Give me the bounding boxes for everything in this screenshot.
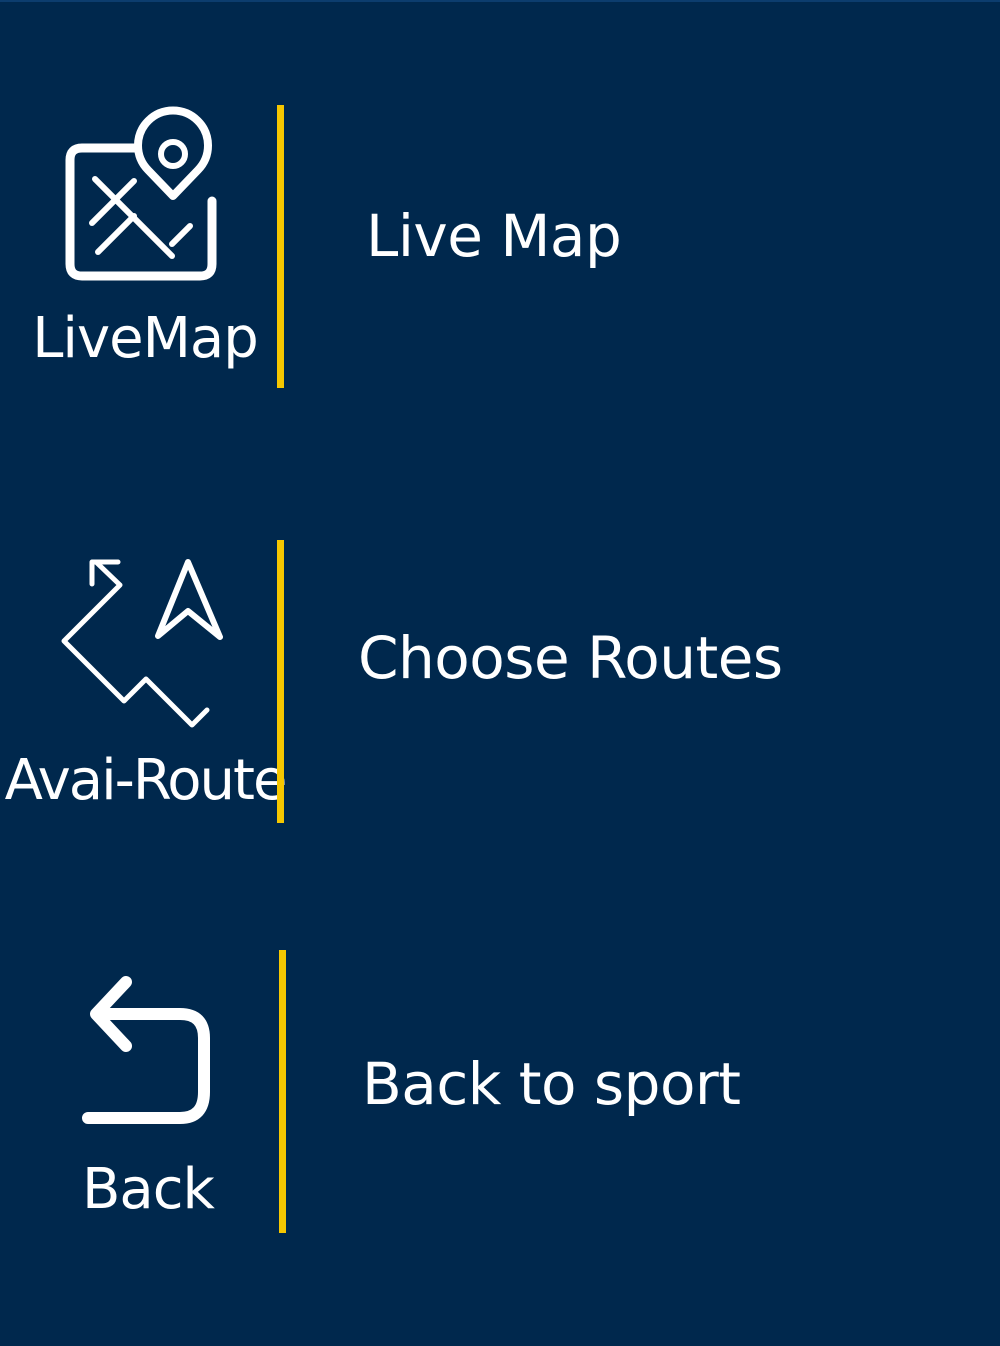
divider [277,540,284,823]
label-live-map[interactable]: Live Map [366,203,622,269]
route-navigation-icon [60,558,228,730]
map-pin-icon [62,106,222,281]
menu-item-back-to-sport[interactable]: Back Back to sport [0,940,1000,1240]
menu-item-choose-routes[interactable]: Avai-Route Choose Routes [0,530,1000,830]
menu-item-live-map[interactable]: LiveMap Live Map [0,100,1000,400]
back-arrow-icon [82,974,214,1128]
icon-caption-back: Back [82,1157,215,1222]
divider [279,950,286,1233]
divider [277,105,284,388]
label-choose-routes[interactable]: Choose Routes [358,625,783,691]
top-border [0,0,1000,2]
icon-caption-livemap: LiveMap [32,306,259,371]
label-back-to-sport[interactable]: Back to sport [362,1051,741,1117]
icon-caption-avai-route: Avai-Route [4,748,288,813]
